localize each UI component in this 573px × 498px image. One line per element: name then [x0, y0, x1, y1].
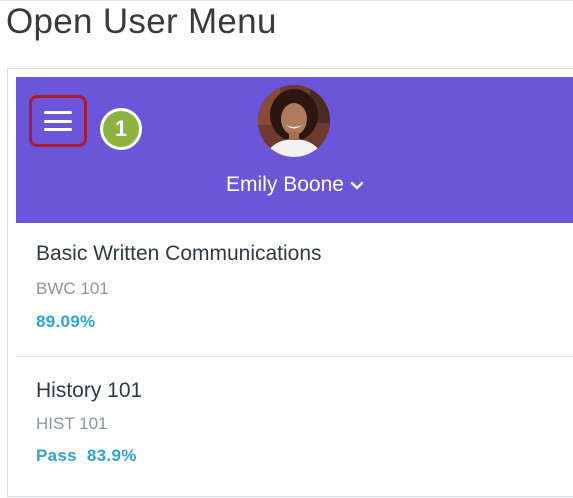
- app-screen: 1 Emily Boone Basic Written Communicatio…: [7, 68, 573, 497]
- grade-value: 83.9%: [86, 446, 137, 465]
- course-name: Basic Written Communications: [36, 242, 322, 265]
- course-name: History 101: [36, 379, 143, 402]
- avatar[interactable]: [258, 85, 330, 157]
- user-header: 1 Emily Boone: [16, 77, 573, 223]
- course-card[interactable]: Basic Written Communications BWC 101 89.…: [16, 223, 573, 357]
- user-menu-toggle[interactable]: Emily Boone: [16, 173, 573, 197]
- course-code: HIST 101: [36, 414, 108, 433]
- step-badge: 1: [100, 108, 142, 150]
- course-grade: Pass 83.9%: [36, 446, 137, 466]
- menu-button[interactable]: [29, 95, 87, 147]
- user-name: Emily Boone: [226, 173, 344, 196]
- course-grade: 89.09%: [36, 312, 95, 332]
- grade-label: Pass: [36, 446, 77, 465]
- chevron-down-icon: [350, 181, 364, 190]
- grade-value: 89.09%: [36, 312, 96, 331]
- title-divider: [0, 0, 573, 1]
- course-card[interactable]: History 101 HIST 101 Pass 83.9%: [16, 357, 573, 498]
- page-title: Open User Menu: [6, 2, 277, 41]
- course-code: BWC 101: [36, 279, 109, 298]
- hamburger-menu-icon: [44, 111, 72, 131]
